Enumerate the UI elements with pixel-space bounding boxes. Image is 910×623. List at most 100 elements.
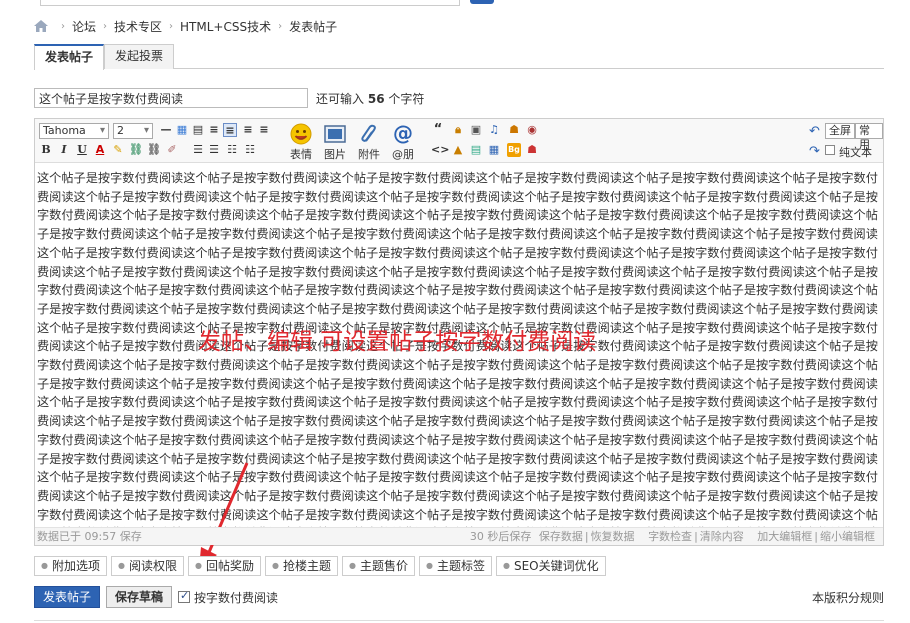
enlarge-editor-link[interactable]: 加大编辑框 xyxy=(757,530,812,543)
status-actions: 30 秒后保存 保存数据 | 恢复数据 字数检查 | 清除内容 加大编辑框 | 缩小编辑框 xyxy=(469,530,875,543)
divider xyxy=(34,620,884,621)
quote-icon[interactable]: “ xyxy=(431,123,445,137)
breadcrumb-forum[interactable]: 论坛 xyxy=(72,18,96,35)
option-floor-grab[interactable]: ● 抢楼主题 xyxy=(265,556,338,576)
option-label: 附加选项 xyxy=(51,559,100,573)
plaintext-checkbox[interactable] xyxy=(825,145,835,155)
clear-format-icon[interactable]: ✐ xyxy=(165,143,179,157)
saved-status: 数据已于 09:57 保存 xyxy=(37,530,142,543)
image-button[interactable]: 图片 xyxy=(319,123,351,162)
subject-input[interactable] xyxy=(34,88,308,108)
option-thread-price[interactable]: ● 主题售价 xyxy=(342,556,415,576)
option-seo[interactable]: ● SEO关键词优化 xyxy=(496,556,606,576)
redo-icon[interactable]: ↷ xyxy=(809,144,820,159)
fullscreen-button[interactable]: 全屏 xyxy=(825,123,855,139)
mention-label: @朋 xyxy=(392,148,414,161)
emoji-label: 表情 xyxy=(290,148,312,161)
align-left-icon[interactable]: ≡ xyxy=(207,123,221,137)
breadcrumb-html-css[interactable]: HTML+CSS技术 xyxy=(180,18,271,35)
subject-row: 还可输入 56 个字符 xyxy=(34,88,424,108)
hint-count: 56 xyxy=(367,91,385,106)
outdent-icon[interactable]: ☰ xyxy=(207,143,221,157)
font-color-icon[interactable]: A xyxy=(93,143,107,157)
video-icon[interactable]: ▦ xyxy=(487,143,501,157)
bullet-icon: ● xyxy=(195,561,202,570)
home-icon[interactable] xyxy=(34,20,48,32)
option-thread-tags[interactable]: ● 主题标签 xyxy=(419,556,492,576)
save-draft-button[interactable]: 保存草稿 xyxy=(106,586,173,608)
clear-content-link[interactable]: 清除内容 xyxy=(700,530,744,543)
align-center-icon[interactable]: ≡ xyxy=(223,123,237,137)
underline-icon[interactable]: U xyxy=(75,143,89,157)
option-extra[interactable]: ● 附加选项 xyxy=(34,556,107,576)
music-icon[interactable]: ♫ xyxy=(487,123,501,137)
hint-prefix: 还可输入 xyxy=(316,91,365,106)
emoji-button[interactable]: 表情 xyxy=(285,123,317,162)
paid-read-option[interactable]: 按字数付费阅读 xyxy=(178,589,278,606)
shrink-editor-link[interactable]: 缩小编辑框 xyxy=(820,530,875,543)
option-label: 回帖奖励 xyxy=(205,559,254,573)
bullet-icon: ● xyxy=(503,561,510,570)
unordered-list-icon[interactable]: ☷ xyxy=(243,143,257,157)
font-select[interactable]: Tahoma xyxy=(39,123,109,139)
hide-icon[interactable]: ▲ xyxy=(451,143,465,157)
plaintext-label: 纯文本 xyxy=(839,146,872,159)
source-code-icon[interactable]: <> xyxy=(431,143,449,157)
paperclip-icon xyxy=(361,124,376,142)
option-label: 抢楼主题 xyxy=(282,559,331,573)
align-justify-icon[interactable]: ≡ xyxy=(241,123,255,137)
indent-icon[interactable]: ☰ xyxy=(191,143,205,157)
breadcrumb-separator: › xyxy=(103,20,108,32)
align-right-icon[interactable]: ≡ xyxy=(257,123,271,137)
unlink-icon[interactable]: ⛓ xyxy=(147,143,161,157)
restore-data-link[interactable]: 恢复数据 xyxy=(591,530,635,543)
breadcrumb-tech-zone[interactable]: 技术专区 xyxy=(114,18,162,35)
common-button[interactable]: 常用 xyxy=(855,123,883,151)
quote-block-icon[interactable]: ▤ xyxy=(191,123,205,137)
option-read-permission[interactable]: ● 阅读权限 xyxy=(111,556,184,576)
annotation-arrow-icon xyxy=(199,462,249,569)
free-icon[interactable]: ▤ xyxy=(469,143,483,157)
table-icon[interactable]: ▦ xyxy=(175,123,189,137)
flash-icon[interactable]: ◉ xyxy=(525,123,539,137)
hint-suffix: 个字符 xyxy=(388,91,425,106)
top-search-bar xyxy=(0,0,910,10)
bold-icon[interactable]: B xyxy=(39,143,53,157)
word-check-link[interactable]: 字数检查 xyxy=(648,530,692,543)
option-reply-reward[interactable]: ● 回帖奖励 xyxy=(188,556,261,576)
editor-statusbar: 数据已于 09:57 保存 30 秒后保存 保存数据 | 恢复数据 字数检查 | 清除内… xyxy=(35,527,883,545)
option-label: 主题售价 xyxy=(359,559,408,573)
bullet-icon: ● xyxy=(426,561,433,570)
ordered-list-icon[interactable]: ☷ xyxy=(225,143,239,157)
tab-poll[interactable]: 发起投票 xyxy=(104,44,175,69)
undo-icon[interactable]: ↶ xyxy=(809,124,820,139)
save-data-link[interactable]: 保存数据 xyxy=(539,530,583,543)
user-icon[interactable]: ☗ xyxy=(507,123,521,137)
svg-text:@: @ xyxy=(393,123,413,145)
paid-read-icon[interactable]: ☗ xyxy=(525,143,539,157)
paid-read-checkbox[interactable] xyxy=(178,589,191,603)
autosave-text: 30 秒后保存 xyxy=(469,530,532,543)
breadcrumb-separator: › xyxy=(278,20,283,32)
image-label: 图片 xyxy=(324,148,346,161)
option-label: SEO关键词优化 xyxy=(513,559,599,573)
breadcrumb-current: 发表帖子 xyxy=(289,19,338,34)
line-icon[interactable]: — xyxy=(159,123,173,137)
italic-icon[interactable]: I xyxy=(57,143,71,157)
submit-post-button[interactable]: 发表帖子 xyxy=(34,586,101,608)
attach-button[interactable]: 附件 xyxy=(353,123,385,162)
size-select[interactable]: 2 xyxy=(113,123,153,139)
tab-post[interactable]: 发表帖子 xyxy=(34,44,105,70)
search-input[interactable] xyxy=(40,0,460,6)
link-icon[interactable]: ⛓ xyxy=(129,143,143,157)
highlight-icon[interactable]: ✎ xyxy=(111,143,125,157)
search-button[interactable] xyxy=(470,0,494,4)
code-icon[interactable]: ▣ xyxy=(469,123,483,137)
attach-label: 附件 xyxy=(358,148,380,161)
lock-icon[interactable]: 🔒︎ xyxy=(451,123,465,137)
background-icon[interactable]: Bg xyxy=(507,143,521,157)
editor-toolbar: Tahoma 2 — ▦ ▤ ≡ ≡ ≡ ≡ B I U A ✎ ⛓ ⛓ ✐ ☰… xyxy=(35,119,883,163)
subject-hint: 还可输入 56 个字符 xyxy=(316,90,424,107)
board-rules-link[interactable]: 本版积分规则 xyxy=(812,589,884,606)
mention-button[interactable]: @ @朋 xyxy=(387,123,419,162)
